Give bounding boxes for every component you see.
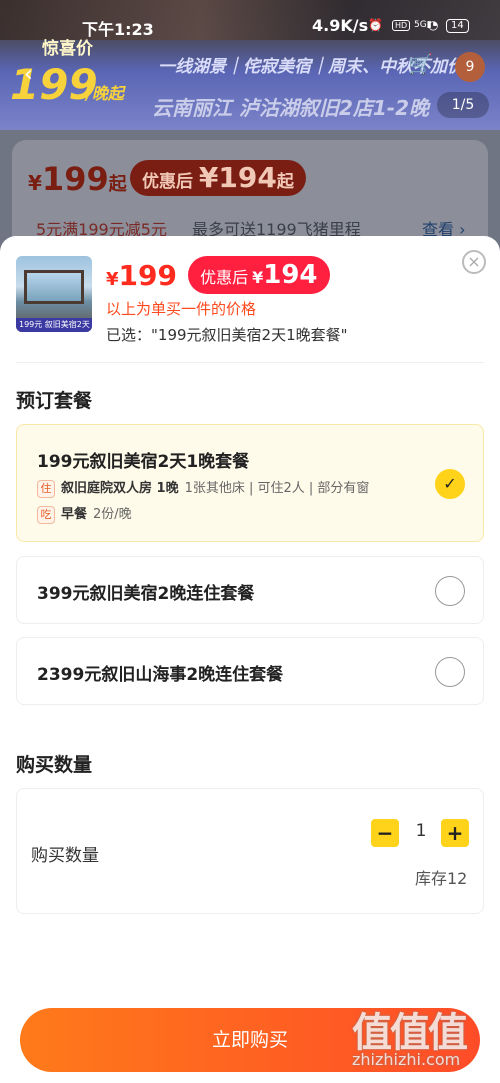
- quantity-label: 购买数量: [31, 846, 99, 866]
- alarm-icon: ⏰: [368, 18, 383, 32]
- cart-icon[interactable]: 🛒: [408, 52, 444, 86]
- background-coupon-label: 优惠后: [142, 172, 193, 192]
- sheet-price-value: 199: [118, 258, 177, 292]
- product-banner: 下午1:23 4.9K/s ⏰ HD 5G▮ ◔ 14 惊喜价 199 /晚起 …: [0, 0, 500, 130]
- divider: [16, 362, 484, 363]
- package-option-3[interactable]: 2399元叙旧山海事2晚连住套餐: [16, 637, 484, 705]
- status-network-speed: 4.9K/s: [312, 16, 369, 35]
- thumbnail-window-view: [24, 270, 84, 304]
- meal-name: 早餐: [61, 507, 88, 522]
- after-discount-badge: 优惠后 ¥194: [188, 256, 330, 294]
- sheet-price-currency: ¥: [106, 268, 119, 290]
- background-price: ¥199起: [28, 160, 127, 198]
- background-coupon-suffix: 起: [276, 172, 294, 192]
- meal-chip: 吃: [37, 506, 55, 524]
- package-name: 2399元叙旧山海事2晚连住套餐: [37, 665, 284, 685]
- background-price-suffix: 起: [108, 174, 127, 195]
- after-discount-price: 194: [263, 260, 318, 290]
- single-purchase-note: 以上为单买一件的价格: [106, 300, 257, 318]
- site-watermark: 值值值 zhizhizhi.com: [352, 1000, 492, 1080]
- promo-label: 惊喜价: [42, 39, 93, 59]
- radio-unchecked-icon[interactable]: [435, 576, 465, 606]
- package-name: 199元叙旧美宿2天1晚套餐: [37, 452, 250, 472]
- image-page-indicator: 1/5: [437, 92, 489, 118]
- sheet-price: ¥199: [106, 259, 177, 292]
- stock-count: 库存12: [415, 869, 468, 888]
- watermark-site: zhizhizhi.com: [352, 1050, 461, 1069]
- radio-unchecked-icon[interactable]: [435, 657, 465, 687]
- packages-section-title: 预订套餐: [16, 390, 93, 412]
- package-option-1[interactable]: 199元叙旧美宿2天1晚套餐 住叙旧庭院双人房 1晚 1张其他床 | 可住2人 |…: [16, 424, 484, 542]
- back-arrow-icon[interactable]: ‹: [24, 62, 33, 87]
- background-coupon-price: ¥194: [198, 161, 277, 194]
- close-icon[interactable]: ×: [462, 250, 486, 274]
- cart-count-badge: 9: [455, 52, 485, 82]
- background-price-currency: ¥: [28, 171, 42, 195]
- background-coupon-badge: 优惠后 ¥194起: [130, 160, 306, 196]
- background-price-value: 199: [41, 160, 109, 198]
- package-name: 399元叙旧美宿2晚连住套餐: [37, 584, 255, 604]
- quantity-decrease-button[interactable]: −: [371, 819, 399, 847]
- room-name: 叙旧庭院双人房 1晚: [61, 481, 179, 496]
- package-selection-sheet: 199元 叙旧美宿2天1晚套餐 × ¥199 优惠后¥194 以上为单买一件的价…: [0, 236, 500, 1083]
- thumbnail-tag: 199元 叙旧美宿2天1晚套餐: [16, 318, 92, 332]
- stay-chip: 住: [37, 480, 55, 498]
- hd-icon: HD: [392, 20, 411, 31]
- check-icon[interactable]: ✓: [435, 469, 465, 499]
- battery-icon: 14: [446, 19, 469, 33]
- package-option-2[interactable]: 399元叙旧美宿2晚连住套餐: [16, 556, 484, 624]
- wifi-icon: ◔: [428, 18, 439, 32]
- after-discount-currency: ¥: [252, 268, 264, 287]
- package-meal-detail: 吃早餐 2份/晚: [37, 503, 132, 524]
- quantity-box: 购买数量 − 1 + 库存12: [16, 788, 484, 914]
- after-discount-label: 优惠后: [200, 268, 249, 287]
- quantity-increase-button[interactable]: +: [441, 819, 469, 847]
- room-info: 1张其他床 | 可住2人 | 部分有窗: [184, 481, 370, 496]
- quantity-value[interactable]: 1: [401, 821, 441, 841]
- banner-hotel-title: 云南丽江 泸沽湖叙旧2店1-2晚: [152, 96, 430, 120]
- package-room-detail: 住叙旧庭院双人房 1晚 1张其他床 | 可住2人 | 部分有窗: [37, 477, 369, 498]
- meal-info: 2份/晚: [93, 507, 132, 522]
- sheet-price-row: ¥199 优惠后 ¥194: [106, 256, 330, 296]
- quantity-section-title: 购买数量: [16, 754, 93, 776]
- product-thumbnail: 199元 叙旧美宿2天1晚套餐: [16, 256, 92, 332]
- promo-unit: /晚起: [86, 84, 124, 103]
- selected-package-text: 已选："199元叙旧美宿2天1晚套餐": [106, 326, 348, 344]
